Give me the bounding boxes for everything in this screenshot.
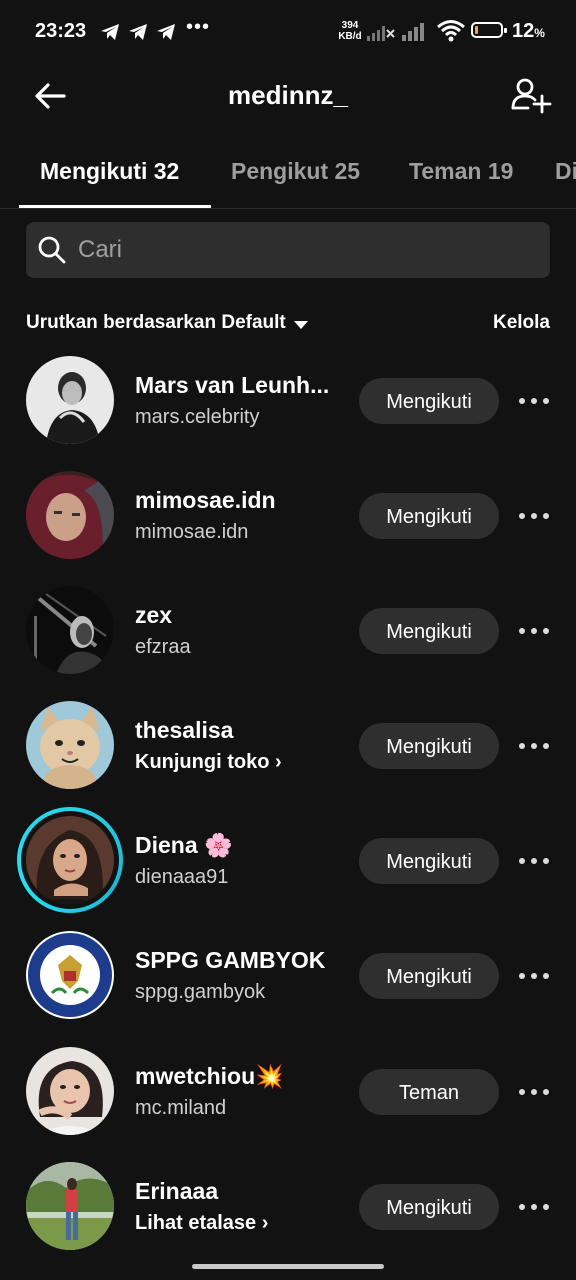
battery-percent: 12% <box>512 20 545 42</box>
avatar[interactable] <box>26 931 114 1019</box>
telegram-icon <box>157 24 175 40</box>
user-name: thesalisa <box>135 717 234 743</box>
more-options-icon[interactable] <box>516 1077 552 1107</box>
user-handle: mars.celebrity <box>135 406 260 428</box>
user-row[interactable]: zex efzraa Mengikuti <box>0 586 576 701</box>
more-options-icon[interactable] <box>516 961 552 991</box>
user-name: Erinaaa <box>135 1178 219 1204</box>
telegram-icon <box>101 24 119 40</box>
user-name: zex <box>135 602 173 628</box>
user-handle: mimosae.idn <box>135 521 249 543</box>
wifi-icon <box>437 20 465 42</box>
following-button[interactable]: Mengikuti <box>359 838 499 884</box>
battery-level <box>475 26 478 34</box>
user-name: mwetchiou💥 <box>135 1063 284 1089</box>
more-options-icon[interactable] <box>516 386 552 416</box>
user-name: SPPG GAMBYOK <box>135 947 326 973</box>
network-speed-value: 394 <box>341 20 359 31</box>
avatar[interactable] <box>26 1162 114 1250</box>
following-button[interactable]: Mengikuti <box>359 378 499 424</box>
avatar[interactable] <box>26 701 114 789</box>
signal-x-icon <box>367 26 395 41</box>
add-user-icon[interactable] <box>508 74 552 118</box>
following-button[interactable]: Mengikuti <box>359 1184 499 1230</box>
user-row[interactable]: SPPG GAMBYOK sppg.gambyok Mengikuti <box>0 931 576 1046</box>
avatar[interactable] <box>26 1047 114 1135</box>
battery-icon <box>471 22 507 38</box>
avatar[interactable] <box>26 471 114 559</box>
user-row[interactable]: Diena 🌸 dienaaa91 Mengikuti <box>0 807 576 931</box>
tab-partial[interactable]: Di <box>555 158 576 185</box>
friends-button[interactable]: Teman <box>359 1069 499 1115</box>
user-row[interactable]: mwetchiou💥 mc.miland Teman <box>0 1047 576 1162</box>
search-icon <box>38 236 66 264</box>
user-name: Diena 🌸 <box>135 832 233 858</box>
sort-bar: Urutkan berdasarkan Default Kelola <box>26 312 550 340</box>
status-bar: 23:23 ••• 394 KB/d 12% <box>0 0 576 64</box>
home-indicator[interactable] <box>192 1264 384 1269</box>
collision-emoji: 💥 <box>255 1063 284 1089</box>
user-name: Mars van Leunh... <box>135 372 330 398</box>
avatar[interactable] <box>26 816 114 904</box>
notification-overflow-icon: ••• <box>186 16 211 38</box>
search-bar[interactable] <box>26 222 550 278</box>
more-options-icon[interactable] <box>516 1192 552 1222</box>
user-handle: mc.miland <box>135 1097 227 1119</box>
user-name: mimosae.idn <box>135 487 276 513</box>
network-speed: 394 KB/d <box>336 20 364 42</box>
tab-bar: Mengikuti 32 Pengikut 25 Teman 19 Di <box>0 148 576 208</box>
status-time: 23:23 <box>35 20 87 42</box>
flower-emoji: 🌸 <box>204 832 233 858</box>
avatar[interactable] <box>26 586 114 674</box>
page-title: medinnz_ <box>228 80 348 110</box>
user-handle: efzraa <box>135 636 191 658</box>
network-speed-unit: KB/d <box>338 31 362 42</box>
tabs-divider <box>0 208 576 209</box>
following-button[interactable]: Mengikuti <box>359 608 499 654</box>
following-button[interactable]: Mengikuti <box>359 953 499 999</box>
telegram-icon <box>129 24 147 40</box>
tab-friends[interactable]: Teman 19 <box>409 158 513 185</box>
caret-down-icon[interactable] <box>294 321 308 329</box>
view-storefront-link[interactable]: Lihat etalase › <box>135 1212 268 1235</box>
user-handle: sppg.gambyok <box>135 981 266 1003</box>
more-options-icon[interactable] <box>516 846 552 876</box>
following-button[interactable]: Mengikuti <box>359 723 499 769</box>
visit-shop-link[interactable]: Kunjungi toko › <box>135 751 282 774</box>
manage-button[interactable]: Kelola <box>493 312 550 334</box>
following-button[interactable]: Mengikuti <box>359 493 499 539</box>
user-row[interactable]: Erinaaa Lihat etalase › Mengikuti <box>0 1162 576 1277</box>
more-options-icon[interactable] <box>516 616 552 646</box>
more-options-icon[interactable] <box>516 731 552 761</box>
search-input[interactable] <box>78 228 538 272</box>
user-row[interactable]: Mars van Leunh... mars.celebrity Mengiku… <box>0 356 576 471</box>
tab-following[interactable]: Mengikuti 32 <box>40 158 179 185</box>
more-options-icon[interactable] <box>516 501 552 531</box>
sort-dropdown[interactable]: Urutkan berdasarkan Default <box>26 312 286 334</box>
user-row[interactable]: thesalisa Kunjungi toko › Mengikuti <box>0 701 576 816</box>
signal-icon <box>402 23 424 41</box>
tab-followers[interactable]: Pengikut 25 <box>231 158 360 185</box>
avatar[interactable] <box>26 356 114 444</box>
user-handle: dienaaa91 <box>135 866 229 888</box>
user-row[interactable]: mimosae.idn mimosae.idn Mengikuti <box>0 471 576 586</box>
